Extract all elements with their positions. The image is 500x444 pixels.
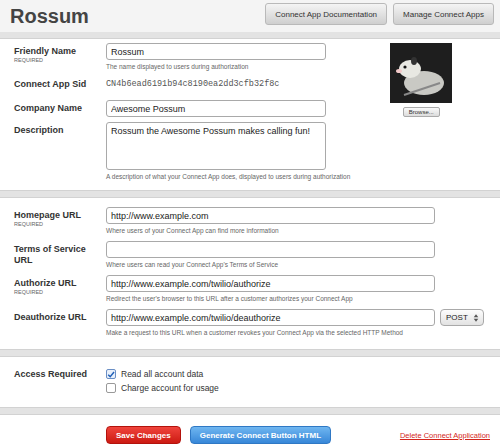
field-hint: A description of what your Connect App d… [106,173,350,181]
field-hint: Redirect the user's browser to this URL … [106,295,486,303]
urls-panel: Homepage URLREQUIREDWhere users of your … [0,197,500,350]
required-note: REQUIRED [14,289,106,296]
url-input[interactable] [106,241,435,258]
field-label-cell: Description [14,122,106,181]
text-input[interactable] [106,43,326,60]
text-input[interactable] [106,100,326,117]
access-panel: Access Required Read all account data Char… [0,356,500,408]
field-value-cell: Where users of your Connect App can find… [106,207,486,235]
field-value-cell: The name displayed to users during autho… [106,43,350,71]
url-line: POST [106,309,486,326]
header-bar: Rossum Connect App Documentation Manage Co… [0,0,500,32]
field-row: Deauthorize URL POST Make a request to thi… [14,309,486,337]
field-label: Homepage URL [14,210,106,221]
field-value-cell [106,100,350,117]
field-label-cell: Homepage URLREQUIRED [14,207,106,235]
url-input[interactable] [106,309,435,326]
field-row: Description A description of what your Co… [14,122,350,181]
field-hint: Where users of your Connect App can find… [106,227,486,235]
field-label-cell: Connect App Sid [14,76,106,90]
field-row: Homepage URLREQUIREDWhere users of your … [14,207,486,235]
photo-column: Browse... [390,43,452,186]
description-textarea[interactable] [106,122,326,170]
url-input[interactable] [106,275,435,292]
field-label: Deauthorize URL [14,312,106,323]
field-value-cell: A description of what your Connect App d… [106,122,350,181]
field-hint: Where users can read your Connect App's … [106,261,486,269]
header-button[interactable]: Connect App Documentation [265,3,387,25]
method-select[interactable]: POST [440,309,484,326]
url-line [106,275,486,292]
details-panel: Friendly NameREQUIREDThe name displayed … [0,38,500,191]
possum-photo-icon [390,43,452,103]
checkmark-icon [107,370,115,379]
save-button[interactable]: Save Changes [106,426,181,444]
footer-bar: Save Changes Generate Connect Button HTML… [0,414,500,444]
header-actions: Connect App Documentation Manage Connect … [265,3,494,25]
field-label: Connect App Sid [14,79,106,90]
sid-value: CN4b6ead6191b94c8190ea2dd3cfb32f8c [106,76,350,89]
access-option[interactable]: Charge account for usage [106,383,486,393]
field-value-cell: Redirect the user's browser to this URL … [106,275,486,303]
access-option[interactable]: Read all account data [106,369,486,379]
url-line [106,207,486,224]
access-label-cell: Access Required [14,366,106,403]
field-label-cell: Terms of Service URL [14,241,106,269]
field-label-cell: Deauthorize URL [14,309,106,337]
field-value-cell: CN4b6ead6191b94c8190ea2dd3cfb32f8c [106,76,350,90]
field-label-cell: Friendly NameREQUIRED [14,43,106,71]
browse-button[interactable]: Browse... [403,107,440,117]
field-label: Authorize URL [14,278,106,289]
field-label: Friendly Name [14,46,106,57]
app-title: Rossum [10,5,89,28]
field-label: Description [14,125,106,136]
delete-link[interactable]: Delete Connect Application [400,431,490,440]
app-photo [390,43,452,103]
field-value-cell: POST Make a request to this URL when a cu… [106,309,486,337]
generate-button[interactable]: Generate Connect Button HTML [190,426,331,444]
header-button[interactable]: Manage Connect Apps [393,3,494,25]
method-value: POST [446,313,468,322]
field-row: Connect App SidCN4b6ead6191b94c8190ea2dd… [14,76,350,90]
field-label-cell: Authorize URLREQUIRED [14,275,106,303]
field-row: Company Name [14,100,350,117]
field-hint: The name displayed to users during autho… [106,63,350,71]
field-value-cell: Where users can read your Connect App's … [106,241,486,269]
required-note: REQUIRED [14,221,106,228]
option-label: Read all account data [121,369,203,379]
field-label: Company Name [14,103,106,114]
required-note: REQUIRED [14,57,106,64]
field-row: Authorize URLREQUIREDRedirect the user's… [14,275,486,303]
field-label: Terms of Service URL [14,244,106,266]
field-label-cell: Company Name [14,100,106,117]
url-line [106,241,486,258]
checkbox[interactable] [106,369,116,379]
option-label: Charge account for usage [121,383,219,393]
connect-app-page: Rossum Connect App Documentation Manage Co… [0,0,500,444]
field-label: Access Required [14,369,106,380]
field-row: Terms of Service URLWhere users can read… [14,241,486,269]
url-input[interactable] [106,207,435,224]
field-hint: Make a request to this URL when a custom… [106,329,486,337]
access-options: Read all account data Charge account for … [106,366,486,403]
field-row: Friendly NameREQUIREDThe name displayed … [14,43,350,71]
updown-arrows-icon [473,313,479,323]
checkbox[interactable] [106,383,116,393]
details-fields: Friendly NameREQUIREDThe name displayed … [14,43,350,186]
